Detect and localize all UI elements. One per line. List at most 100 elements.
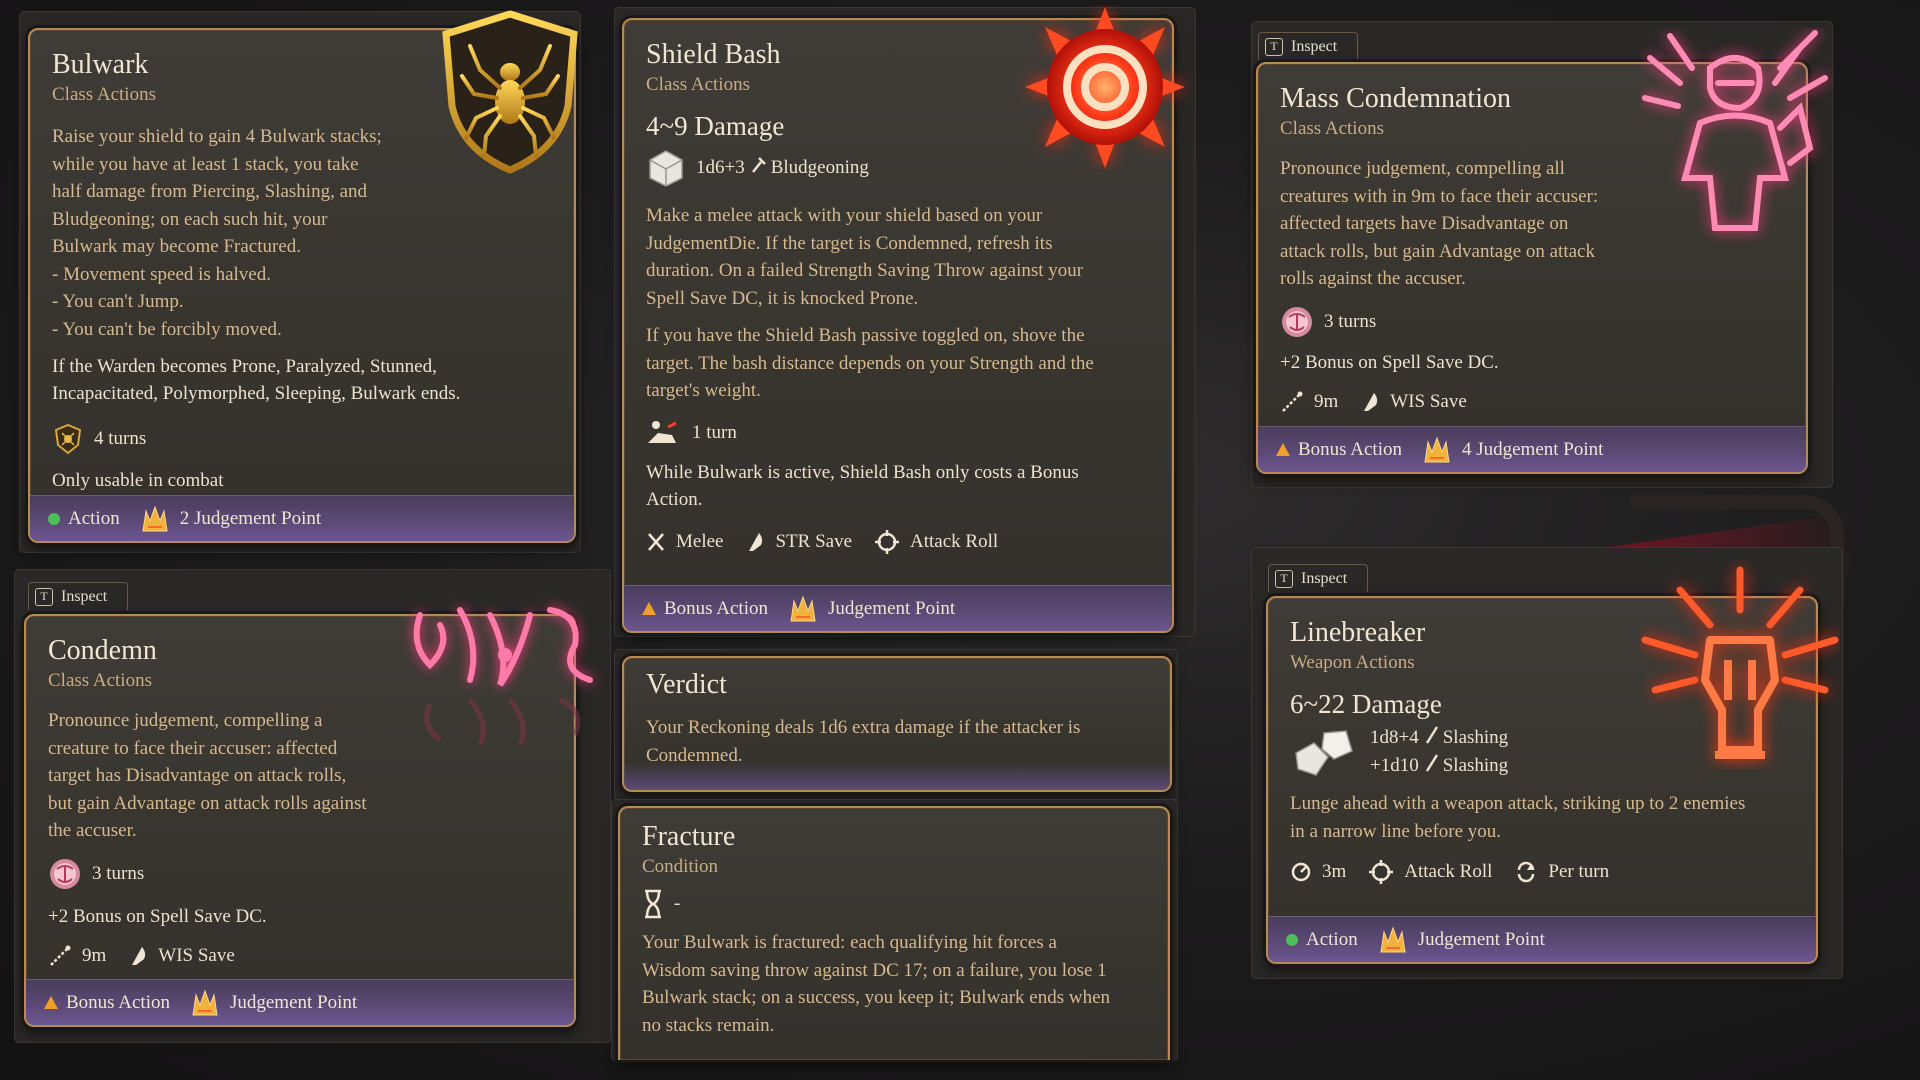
desc-line: Make a melee attack with your shield bas…: [646, 205, 1043, 226]
desc-line: If the Warden becomes Prone, Paralyzed, …: [52, 356, 437, 377]
linebreaker-cost-bar: Action Judgement Point: [1268, 916, 1816, 962]
melee-icon: [646, 531, 666, 553]
linebreaker-inspect-tab[interactable]: T Inspect: [1268, 564, 1368, 592]
cost-action: Bonus Action: [1298, 438, 1402, 460]
shield-bash-cost-bar: Bonus Action Judgement Point: [624, 585, 1172, 631]
verdict-title: Verdict: [646, 669, 727, 700]
attack-roll-icon: [1368, 859, 1394, 885]
mass-condemnation-inspect-tab[interactable]: T Inspect: [1258, 32, 1358, 60]
dice-icon: [646, 148, 686, 188]
shield-bash-note: While Bulwark is active, Shield Bash onl…: [646, 459, 1150, 513]
mass-condemnation-stats-row: 9m WIS Save: [1280, 390, 1784, 414]
fracture-title: Fracture: [642, 821, 736, 852]
verdict-description: Your Reckoning deals 1d6 extra damage if…: [646, 714, 1148, 769]
bonus-action-icon: [1276, 443, 1290, 456]
inspect-key: T: [1265, 37, 1283, 56]
desc-line: target has Disadvantage on attack rolls,: [48, 765, 347, 786]
shield-bash-roll: Attack Roll: [910, 530, 999, 552]
inspect-key: T: [35, 587, 53, 606]
shield-bash-description: Make a melee attack with your shield bas…: [646, 202, 1150, 312]
range-icon: [1290, 861, 1312, 883]
judgement-point-icon: [1378, 926, 1408, 954]
condemn-bonus: +2 Bonus on Spell Save DC.: [48, 905, 267, 927]
mass-condemnation-duration-row: 3 turns: [1280, 305, 1784, 339]
sun-sigil-icon: [1015, 5, 1195, 170]
desc-line: target. The bash distance depends on you…: [646, 352, 1094, 374]
desc-line: no stacks remain.: [642, 1014, 775, 1036]
note-line: While Bulwark is active, Shield Bash onl…: [646, 461, 1079, 483]
condemn-duration-row: 3 turns: [48, 857, 552, 891]
shield-bash-damage-type: Bludgeoning: [770, 157, 869, 178]
linebreaker-range: 3m: [1322, 861, 1347, 882]
cost-action: Bonus Action: [664, 597, 768, 619]
action-dot-icon: [48, 512, 60, 525]
desc-line: target's weight.: [646, 380, 761, 401]
bulwark-cost-bar: Action 2 Judgement Point: [30, 495, 574, 541]
bulwark-duration-row: 4 turns: [52, 423, 552, 455]
mass-condemnation-cost-bar: Bonus Action 4 Judgement Point: [1258, 426, 1806, 472]
shield-bash-duration: 1 turn: [692, 421, 737, 443]
condemn-inspect-tab[interactable]: T Inspect: [28, 582, 128, 610]
bonus-action-icon: [642, 602, 656, 615]
inspect-label: Inspect: [1301, 569, 1348, 587]
note-line: Action.: [646, 488, 703, 510]
desc-line: the accuser.: [48, 820, 137, 841]
judgement-point-icon: [140, 505, 170, 533]
slash-icon: [1425, 754, 1439, 778]
dice-icon: [1290, 727, 1354, 777]
linebreaker-type-1: Slashing: [1442, 727, 1509, 748]
condemn-rune-icon: [400, 585, 610, 755]
cost-action: Action: [68, 507, 120, 529]
save-icon: [128, 945, 148, 967]
fracture-duration: -: [674, 893, 681, 914]
fracture-subtitle: Condition: [642, 856, 719, 877]
judgement-point-icon: [788, 595, 818, 623]
desc-line: - You can't Jump.: [52, 291, 184, 312]
cost-resource: Judgement Point: [229, 991, 358, 1013]
linebreaker-description: Lunge ahead with a weapon attack, striki…: [1290, 790, 1794, 845]
slash-icon: [1425, 726, 1439, 750]
desc-line: Bulwark may become Fractured.: [52, 236, 302, 257]
condemn-status-icon: [48, 857, 82, 891]
linebreaker-dice-2: +1d10: [1370, 755, 1419, 776]
desc-line: in a narrow line before you.: [1290, 820, 1502, 842]
condemn-range: 9m: [82, 944, 107, 966]
inspect-key: T: [1275, 569, 1293, 588]
condemn-stats-row: 9m WIS Save: [48, 944, 552, 968]
desc-line: but gain Advantage on attack rolls again…: [48, 792, 367, 814]
condemn-cost-bar: Bonus Action Judgement Point: [26, 979, 574, 1025]
shield-bash-description-2: If you have the Shield Bash passive togg…: [646, 322, 1150, 405]
save-icon: [745, 531, 765, 553]
desc-line: If you have the Shield Bash passive togg…: [646, 325, 1085, 346]
mass-condemnation-bonus: +2 Bonus on Spell Save DC.: [1280, 351, 1499, 373]
shield-bash-dice: 1d6+3: [696, 157, 745, 178]
inspect-label: Inspect: [61, 587, 108, 605]
mass-condemnation-save: WIS Save: [1390, 390, 1467, 412]
action-dot-icon: [1286, 933, 1298, 946]
range-icon: [1280, 390, 1304, 414]
desc-line: - Movement speed is halved.: [52, 263, 271, 285]
condemn-save: WIS Save: [158, 944, 235, 966]
desc-line: Bulwark stack; on a success, you keep it…: [642, 987, 1111, 1008]
desc-line: Spell Save DC, it is knocked Prone.: [646, 287, 919, 309]
desc-line: Lunge ahead with a weapon attack, striki…: [1290, 793, 1746, 814]
desc-line: JudgementDie. If the target is Condemned…: [646, 232, 1053, 254]
bulwark-status-icon: [52, 423, 84, 455]
verdict-tooltip: Verdict Your Reckoning deals 1d6 extra d…: [622, 656, 1172, 792]
prone-icon: [646, 419, 682, 447]
fracture-tooltip: Fracture Condition - Your Bulwark is fra…: [618, 806, 1170, 1060]
mass-condemnation-range: 9m: [1314, 390, 1339, 412]
linebreaker-stats-row: 3m Attack Roll Per turn: [1290, 859, 1794, 885]
shield-bash-duration-row: 1 turn: [646, 419, 1150, 447]
desc-line: Incapacitated, Polymorphed, Sleeping, Bu…: [52, 383, 461, 404]
range-icon: [48, 944, 72, 968]
cost-resource: Judgement Point: [1417, 928, 1545, 950]
inspect-label: Inspect: [1291, 37, 1338, 55]
fist-burst-icon: [1640, 560, 1840, 770]
shield-bash-stats-row: Melee STR Save Attack Roll: [646, 529, 1150, 555]
cost-action: Bonus Action: [66, 991, 170, 1013]
shield-bash-range: Melee: [676, 530, 724, 552]
desc-line: half damage from Piercing, Slashing, and: [52, 181, 368, 202]
bulwark-note: Only usable in combat: [52, 470, 224, 491]
judgement-point-icon: [190, 989, 220, 1017]
